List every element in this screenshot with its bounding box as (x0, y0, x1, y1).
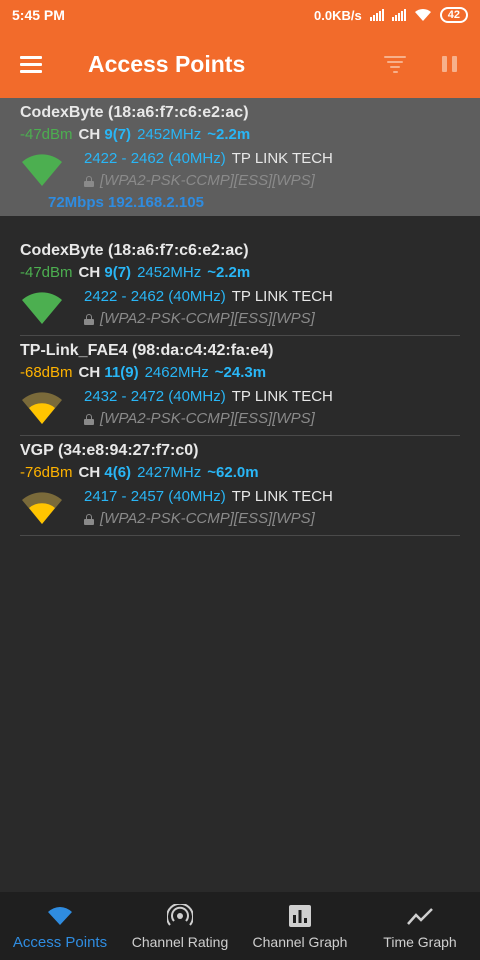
ap-channel: 4(6) (104, 464, 132, 481)
ap-range: 2417 - 2457 (40MHz) (84, 488, 226, 505)
ap-ch-label: CH (78, 364, 101, 381)
wifi-signal-icon (22, 492, 62, 524)
access-point-item[interactable]: CodexByte (18:a6:f7:c6:e2:ac) -47dBm CH … (0, 236, 480, 336)
lock-icon (84, 175, 94, 187)
ap-distance: ~2.2m (207, 264, 251, 281)
divider (20, 535, 460, 536)
nav-access-points[interactable]: Access Points (0, 892, 120, 951)
ap-ch-label: CH (78, 126, 101, 143)
ap-ssid: VGP (34:e8:94:27:f7:c0) (20, 442, 199, 459)
ap-range: 2422 - 2462 (40MHz) (84, 288, 226, 305)
lock-icon (84, 313, 94, 325)
ap-security: [WPA2-PSK-CCMP][ESS][WPS] (100, 310, 315, 327)
ap-ssid: CodexByte (18:a6:f7:c6:e2:ac) (20, 104, 249, 121)
access-point-item[interactable]: TP-Link_FAE4 (98:da:c4:42:fa:e4) -68dBm … (0, 336, 480, 436)
access-point-list: CodexByte (18:a6:f7:c6:e2:ac) -47dBm CH … (0, 98, 480, 536)
network-speed: 0.0KB/s (314, 7, 362, 23)
ap-ch-label: CH (78, 464, 101, 481)
ap-vendor: TP LINK TECH (231, 388, 333, 405)
ap-range: 2422 - 2462 (40MHz) (84, 150, 226, 167)
wifi-signal-icon (22, 392, 62, 424)
ap-distance: ~24.3m (214, 364, 267, 381)
wifi-status-icon (414, 8, 431, 21)
ap-security: [WPA2-PSK-CCMP][ESS][WPS] (100, 510, 315, 527)
ap-security: [WPA2-PSK-CCMP][ESS][WPS] (100, 172, 315, 189)
ap-signal-row: -47dBm CH 9(7) 2452MHz ~2.2m (20, 262, 460, 284)
ap-vendor: TP LINK TECH (231, 150, 333, 167)
status-bar: 5:45 PM 0.0KB/s 42 (0, 0, 480, 30)
wifi-icon (47, 904, 73, 928)
wifi-signal-icon (22, 292, 62, 324)
nav-label: Access Points (12, 934, 108, 951)
filter-icon[interactable] (378, 47, 412, 81)
lock-icon (84, 513, 94, 525)
ap-frequency: 2462MHz (144, 364, 209, 381)
ap-dbm: -68dBm (20, 364, 73, 381)
ap-dbm: -76dBm (20, 464, 73, 481)
nav-label: Time Graph (383, 934, 457, 950)
cell-signal-icon (369, 9, 384, 21)
line-chart-icon (407, 904, 433, 928)
nav-label: Channel Rating (131, 934, 229, 950)
lock-icon (84, 413, 94, 425)
access-point-item[interactable]: CodexByte (18:a6:f7:c6:e2:ac) -47dBm CH … (0, 98, 480, 216)
pause-icon[interactable] (432, 47, 466, 81)
ap-vendor: TP LINK TECH (231, 488, 333, 505)
ap-vendor: TP LINK TECH (231, 288, 333, 305)
ap-connection-info: 72Mbps 192.168.2.105 (48, 194, 204, 211)
ap-frequency: 2427MHz (137, 464, 202, 481)
nav-label: Channel Graph (252, 934, 348, 950)
page-title: Access Points (88, 50, 246, 77)
nav-time-graph[interactable]: Time Graph (360, 892, 480, 950)
bottom-navigation: Access Points Channel Rating Channel Gra… (0, 892, 480, 960)
access-point-item[interactable]: VGP (34:e8:94:27:f7:c0) -76dBm CH 4(6) 2… (0, 436, 480, 536)
ap-ssid: CodexByte (18:a6:f7:c6:e2:ac) (20, 242, 249, 259)
ap-security: [WPA2-PSK-CCMP][ESS][WPS] (100, 410, 315, 427)
status-icons: 0.0KB/s 42 (314, 7, 468, 23)
bar-chart-icon (287, 904, 313, 928)
ap-range: 2432 - 2472 (40MHz) (84, 388, 226, 405)
ap-dbm: -47dBm (20, 126, 73, 143)
ap-distance: ~2.2m (207, 126, 251, 143)
ap-ch-label: CH (78, 264, 101, 281)
ap-signal-row: -47dBm CH 9(7) 2452MHz ~2.2m (20, 124, 460, 146)
ap-signal-row: -76dBm CH 4(6) 2427MHz ~62.0m (20, 462, 460, 484)
ap-ssid: TP-Link_FAE4 (98:da:c4:42:fa:e4) (20, 342, 274, 359)
app-bar: Access Points (0, 30, 480, 98)
ap-frequency: 2452MHz (137, 264, 202, 281)
nav-channel-rating[interactable]: Channel Rating (120, 892, 240, 950)
ap-distance: ~62.0m (207, 464, 259, 481)
cell-signal-icon-2 (391, 9, 406, 21)
ap-frequency: 2452MHz (137, 126, 202, 143)
battery-icon: 42 (439, 7, 468, 23)
ap-channel: 9(7) (104, 264, 132, 281)
ap-channel: 11(9) (104, 364, 139, 381)
ap-dbm: -47dBm (20, 264, 73, 281)
nav-channel-graph[interactable]: Channel Graph (240, 892, 360, 950)
status-time: 5:45 PM (12, 7, 65, 23)
menu-icon[interactable] (14, 47, 48, 81)
ap-signal-row: -68dBm CH 11(9) 2462MHz ~24.3m (20, 362, 460, 384)
radar-icon (167, 904, 193, 928)
wifi-signal-icon (22, 154, 62, 186)
ap-channel: 9(7) (104, 126, 132, 143)
